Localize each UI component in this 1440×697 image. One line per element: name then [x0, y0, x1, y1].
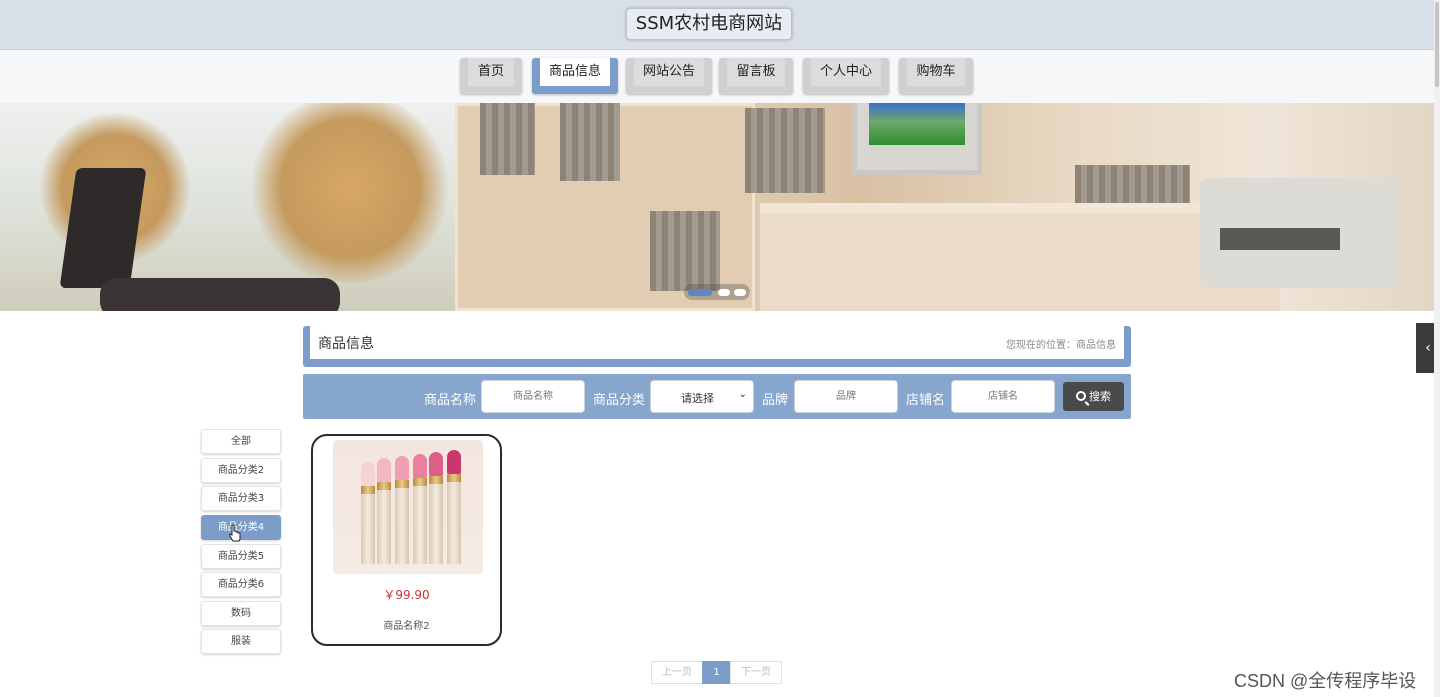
nav-label: 个人中心	[811, 58, 881, 86]
nav-home[interactable]: 首页	[460, 58, 522, 94]
category-item-all[interactable]: 全部	[201, 429, 281, 454]
watermark: CSDN @全传程序毕设	[1234, 671, 1417, 691]
scrollbar-thumb[interactable]	[1435, 2, 1439, 87]
product-name-input[interactable]	[481, 380, 585, 413]
nav-message-board[interactable]: 留言板	[719, 58, 793, 94]
nav-cart[interactable]: 购物车	[899, 58, 973, 94]
carousel-indicators	[684, 284, 750, 300]
shop-name-label: 店铺名	[906, 393, 946, 408]
site-header: SSM农村电商网站	[0, 0, 1434, 50]
hand-cursor-icon	[229, 524, 241, 542]
lipstick	[377, 458, 391, 564]
category-select-value: 请选择	[681, 393, 714, 405]
next-page-button[interactable]: 下一页	[730, 661, 782, 684]
brand-input[interactable]	[794, 380, 898, 413]
main-nav: 首页 商品信息 网站公告 留言板 个人中心 购物车	[0, 50, 1434, 103]
lipstick	[395, 456, 409, 564]
category-item[interactable]: 服装	[201, 629, 281, 654]
product-price: ￥99.90	[383, 588, 430, 602]
search-bar: 商品名称 商品分类 请选择 ⌄ 品牌 店铺名 搜索	[303, 374, 1131, 419]
shop-name-input[interactable]	[951, 380, 1055, 413]
carousel-dot[interactable]	[688, 289, 712, 296]
banner-books	[560, 103, 620, 181]
search-button[interactable]: 搜索	[1063, 382, 1124, 411]
product-name-label: 商品名称	[424, 393, 477, 408]
nav-label: 首页	[468, 58, 514, 86]
category-item[interactable]: 商品分类2	[201, 458, 281, 483]
banner-monitor	[852, 103, 982, 175]
category-select[interactable]: 请选择 ⌄	[650, 380, 754, 413]
current-page-button[interactable]: 1	[702, 661, 731, 684]
chevron-down-icon: ⌄	[738, 389, 747, 400]
lipstick	[447, 450, 461, 564]
banner-printer	[1200, 178, 1400, 288]
banner-chair	[59, 168, 340, 311]
nav-label: 网站公告	[634, 58, 704, 86]
lipstick	[361, 462, 375, 564]
product-image[interactable]	[333, 440, 483, 574]
banner-carousel[interactable]	[0, 103, 1434, 311]
product-card[interactable]: ￥99.90 商品名称2	[311, 434, 502, 646]
product-name[interactable]: 商品名称2	[313, 617, 500, 632]
category-item[interactable]: 商品分类6	[201, 572, 281, 597]
nav-label: 购物车	[907, 58, 965, 86]
nav-label: 商品信息	[540, 58, 610, 86]
chevron-left-icon: ‹	[1425, 340, 1431, 356]
nav-products[interactable]: 商品信息	[532, 58, 618, 94]
carousel-dot[interactable]	[734, 289, 746, 296]
category-label: 商品分类	[593, 393, 646, 408]
banner-books	[745, 108, 825, 193]
banner-books	[480, 103, 535, 175]
category-item[interactable]: 商品分类5	[201, 544, 281, 569]
nav-personal-center[interactable]: 个人中心	[803, 58, 889, 94]
prev-page-button[interactable]: 上一页	[651, 661, 703, 684]
search-button-label: 搜索	[1089, 390, 1111, 403]
category-item[interactable]: 商品分类3	[201, 486, 281, 511]
section-header: 商品信息 您现在的位置：商品信息	[303, 326, 1131, 367]
nav-announcements[interactable]: 网站公告	[626, 58, 712, 94]
lipstick	[413, 454, 427, 564]
lipstick	[429, 452, 443, 564]
scrollbar[interactable]	[1434, 0, 1440, 697]
section-title: 商品信息	[318, 336, 374, 352]
nav-label: 留言板	[727, 58, 785, 86]
search-icon	[1076, 391, 1086, 401]
category-item[interactable]: 数码	[201, 601, 281, 626]
breadcrumb: 您现在的位置：商品信息	[1006, 340, 1116, 351]
carousel-dot[interactable]	[718, 289, 730, 296]
brand-label: 品牌	[762, 393, 789, 408]
site-title: SSM农村电商网站	[626, 8, 792, 40]
banner-books	[650, 211, 720, 291]
